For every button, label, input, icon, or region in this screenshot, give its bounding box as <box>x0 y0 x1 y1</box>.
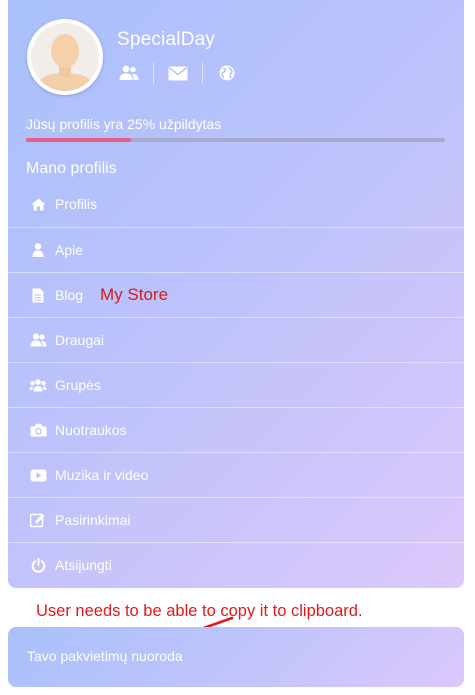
profile-menu: Profilis Apie Blog My Store Draugai Grup… <box>8 181 464 587</box>
globe-icon[interactable] <box>216 62 238 84</box>
menu-item-blog[interactable]: Blog My Store <box>8 272 464 317</box>
envelope-icon[interactable] <box>167 62 189 84</box>
profile-sidebar-panel: SpecialDay Jūsų profilis yra 25% užpildy… <box>8 0 464 588</box>
store-note-annotation: My Store <box>100 285 169 304</box>
menu-item-draugai[interactable]: Draugai <box>8 317 464 362</box>
menu-item-label: Blog <box>55 287 84 303</box>
menu-item-label: Grupės <box>55 377 101 393</box>
file-icon <box>29 286 47 304</box>
invite-link-panel[interactable]: Tavo pakvietimų nuoroda <box>8 627 464 687</box>
profile-quick-links <box>118 62 238 84</box>
menu-title: Mano profilis <box>26 160 117 177</box>
group-icon <box>29 376 47 394</box>
user-icon <box>29 241 47 259</box>
menu-item-label: Apie <box>55 242 84 258</box>
username: SpecialDay <box>117 29 216 50</box>
menu-item-apie[interactable]: Apie <box>8 227 464 272</box>
menu-item-nuotraukos[interactable]: Nuotraukos <box>8 407 464 452</box>
edit-icon <box>29 511 47 529</box>
profile-completion-label: Jūsų profilis yra 25% užpildytas <box>26 116 222 132</box>
home-icon <box>29 195 47 213</box>
profile-completion-fill <box>26 138 131 142</box>
avatar[interactable] <box>27 19 103 95</box>
default-avatar-image <box>31 23 99 91</box>
camera-icon <box>29 421 47 439</box>
menu-item-label: Pasirinkimai <box>55 512 131 528</box>
menu-item-atsijungti[interactable]: Atsijungti <box>8 542 464 587</box>
divider <box>202 62 203 84</box>
menu-item-label: Atsijungti <box>55 557 112 573</box>
profile-completion-bar <box>26 138 445 142</box>
menu-item-grupes[interactable]: Grupės <box>8 362 464 407</box>
menu-item-muzika-ir-video[interactable]: Muzika ir video <box>8 452 464 497</box>
friends-icon <box>29 331 47 349</box>
friends-icon[interactable] <box>118 62 140 84</box>
menu-item-pasirinkimai[interactable]: Pasirinkimai <box>8 497 464 542</box>
invite-link-label[interactable]: Tavo pakvietimų nuoroda <box>27 648 183 664</box>
power-icon <box>29 556 47 574</box>
divider <box>153 62 154 84</box>
menu-item-label: Nuotraukos <box>55 422 127 438</box>
menu-item-profilis[interactable]: Profilis <box>8 181 464 227</box>
menu-item-label: Draugai <box>55 332 105 348</box>
menu-item-label: Muzika ir video <box>55 467 149 483</box>
youtube-icon <box>29 466 47 484</box>
menu-item-label: Profilis <box>55 196 98 212</box>
